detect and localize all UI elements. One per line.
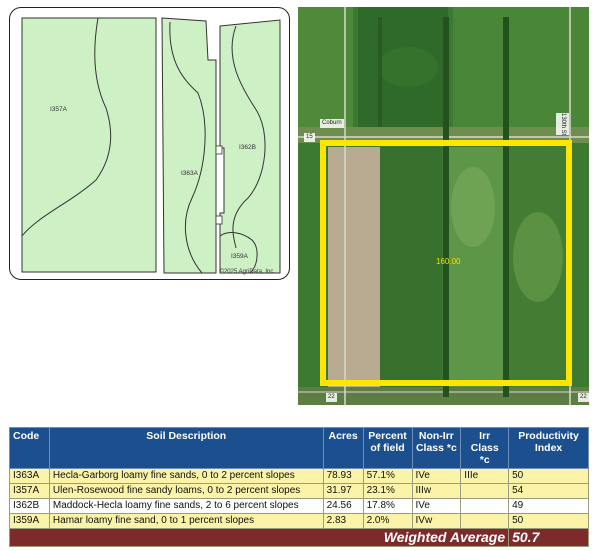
label-i363a: I363A	[181, 170, 199, 177]
cell-pi: 50	[508, 513, 589, 529]
cell-irr	[460, 498, 510, 514]
weighted-average-value: 50.7	[508, 528, 589, 547]
header-acres: Acres	[322, 427, 364, 469]
header-irr-line1: Irr Class	[470, 430, 499, 454]
cell-percent: 57.1%	[362, 468, 413, 484]
cell-description: Hamar loamy fine sand, 0 to 1 percent sl…	[48, 513, 324, 529]
parcel-middle	[161, 17, 217, 274]
label-i362b: I362B	[239, 144, 256, 151]
cell-acres: 2.83	[322, 513, 364, 529]
label-i359a: I359A	[231, 253, 249, 260]
weighted-average-label: Weighted Average	[8, 528, 510, 547]
table-header-row: Code Soil Description Acres Percent of f…	[9, 427, 589, 469]
label-i357a: I357A	[50, 106, 68, 113]
cell-code: I359A	[9, 513, 50, 529]
field-acreage-label: 160.00	[436, 257, 461, 266]
aerial-imagery	[298, 7, 589, 405]
cell-description: Hecla-Garborg loamy fine sands, 0 to 2 p…	[48, 468, 324, 484]
cell-description: Ulen-Rosewood fine sandy loams, 0 to 2 p…	[48, 483, 324, 499]
weighted-average-row: Weighted Average 50.7	[8, 528, 589, 547]
cell-description: Maddock-Hecla loamy fine sands, 2 to 6 p…	[48, 498, 324, 514]
road-label-coburn: Coburn	[320, 119, 344, 128]
cell-irr: IIIe	[460, 468, 510, 484]
cell-percent: 23.1%	[362, 483, 413, 499]
header-percent-of-field: Percent of field	[362, 427, 413, 469]
cell-percent: 17.8%	[362, 498, 413, 514]
table-row: I362B Maddock-Hecla loamy fine sands, 2 …	[9, 498, 589, 514]
header-pi-line2: Index	[534, 442, 563, 454]
cell-pi: 49	[508, 498, 589, 514]
header-non-irr-line2: Class *c	[415, 442, 457, 454]
cell-non-irr: IVe	[411, 468, 462, 484]
header-non-irr-class: Non-Irr Class *c	[411, 427, 462, 469]
table-row: I357A Ulen-Rosewood fine sandy loams, 0 …	[9, 483, 589, 499]
header-irr-class: Irr Class *c	[460, 427, 510, 469]
cell-code: I357A	[9, 483, 50, 499]
cell-pi: 50	[508, 468, 589, 484]
cell-irr	[460, 483, 510, 499]
header-soil-description: Soil Description	[48, 427, 324, 469]
cell-acres: 78.93	[322, 468, 364, 484]
header-non-irr-line1: Non-Irr	[418, 430, 454, 442]
cell-non-irr: IIIw	[411, 483, 462, 499]
soil-map: I357A I363A I362B I359A ©2025 AgriData, …	[9, 7, 290, 280]
cell-percent: 2.0%	[362, 513, 413, 529]
header-pi-line1: Productivity	[518, 430, 579, 442]
boundary-notch	[215, 215, 223, 225]
boundary-notch	[215, 145, 223, 155]
cell-non-irr: IVe	[411, 498, 462, 514]
road-label-22-right: 22	[578, 393, 589, 402]
table-row: I363A Hecla-Garborg loamy fine sands, 0 …	[9, 468, 589, 484]
cell-acres: 24.56	[322, 498, 364, 514]
road-label-130th: 130th St	[556, 113, 569, 136]
cell-non-irr: IVw	[411, 513, 462, 529]
aerial-photo: Coburn 130th St 15 22 22 160.00	[298, 7, 589, 405]
header-percent-line2: of field	[370, 442, 405, 454]
map-credit: ©2025 AgriData, Inc.	[219, 269, 275, 275]
header-code: Code	[9, 427, 50, 469]
road-label-22-left: 22	[326, 393, 337, 402]
cell-code: I362B	[9, 498, 50, 514]
soil-map-drawing: I357A I363A I362B I359A	[21, 17, 281, 274]
cell-irr	[460, 513, 510, 529]
header-irr-line2: *c	[479, 454, 490, 466]
parcel-west	[21, 17, 157, 273]
cell-code: I363A	[9, 468, 50, 484]
cell-pi: 54	[508, 483, 589, 499]
cell-acres: 31.97	[322, 483, 364, 499]
table-row: I359A Hamar loamy fine sand, 0 to 1 perc…	[9, 513, 589, 529]
header-percent-line1: Percent	[368, 430, 407, 442]
soil-table: Code Soil Description Acres Percent of f…	[8, 427, 589, 547]
road-label-15: 15	[304, 133, 315, 142]
header-productivity-index: Productivity Index	[508, 427, 589, 469]
